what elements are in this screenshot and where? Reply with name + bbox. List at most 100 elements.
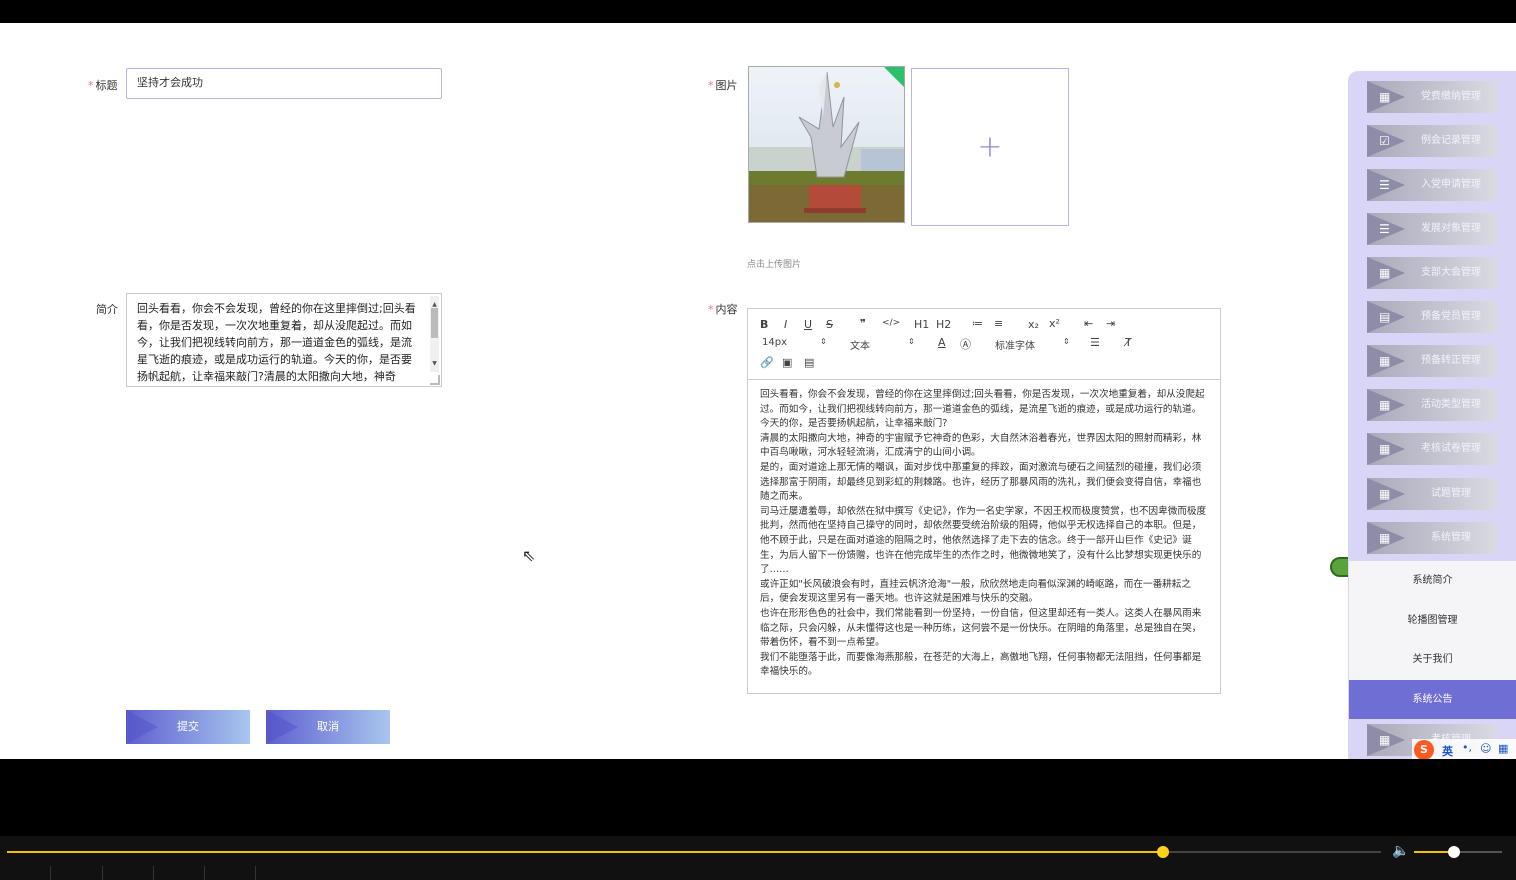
align-icon[interactable]: ☰ (1090, 336, 1100, 349)
video-progress[interactable] (7, 846, 1381, 858)
font-color-icon[interactable]: A (938, 336, 946, 349)
background-color-icon[interactable]: Ⓐ (960, 336, 971, 352)
grid-icon: ▦ (1379, 90, 1391, 104)
sidebar-item-applications[interactable]: ☰ 入党申请管理 (1367, 169, 1497, 201)
editor-content[interactable]: 回头看看，你会不会发现，曾经的你在这里摔倒过;回头看看，你是否发现，一次次地重复… (748, 380, 1220, 688)
title-input[interactable]: 坚持才会成功 (126, 68, 442, 99)
grid-icon: ▦ (1379, 442, 1391, 456)
sidebar-item-development[interactable]: ☰ 发展对象管理 (1367, 213, 1497, 245)
submenu-carousel[interactable]: 轮播图管理 (1349, 601, 1516, 641)
cancel-button[interactable]: 取消 (266, 710, 390, 744)
intro-textarea[interactable]: 回头看看，你会不会发现，曾经的你在这里摔倒过;回头看看，你是否发现，一次次地重复… (126, 293, 442, 387)
system-submenu: 系统简介 轮播图管理 关于我们 系统公告 (1349, 561, 1516, 719)
grid-icon: ▦ (1379, 398, 1391, 412)
content-paragraph: 是的，面对道途上那无情的嘲讽，面对步伐中那重复的摔跤，面对激流与硬石之间猛烈的碰… (760, 461, 1202, 503)
intro-label: 简介 (96, 303, 118, 316)
submit-button[interactable]: 提交 (126, 710, 250, 744)
strike-icon[interactable]: S (826, 318, 833, 331)
grid-icon: ▦ (1379, 733, 1391, 747)
submenu-system-intro[interactable]: 系统简介 (1349, 561, 1516, 601)
sidebar-item-probationary[interactable]: ▤ 预备党员管理 (1367, 301, 1497, 333)
content-paragraph: 也许在形形色色的社会中，我们常能看到一份坚持，一份自信，但这里却还有一类人。这类… (760, 607, 1202, 649)
progress-knob[interactable] (1156, 846, 1169, 858)
sidebar-item-questions[interactable]: ▦ 试题管理 (1367, 478, 1497, 510)
upload-hint: 点击上传图片 (747, 260, 802, 270)
progress-fill (7, 851, 1163, 853)
grid-icon: ▦ (1379, 354, 1391, 368)
resize-handle[interactable] (430, 375, 440, 385)
intro-text: 回头看看，你会不会发现，曾经的你在这里摔倒过;回头看看，你是否发现，一次次地重复… (137, 302, 416, 383)
emoji-icon[interactable]: ☺ (1480, 742, 1491, 755)
sidebar-item-exam-papers[interactable]: ▦ 考核试卷管理 (1367, 433, 1497, 465)
video-icon[interactable]: ▤ (804, 356, 814, 369)
superscript-icon[interactable]: x² (1049, 317, 1060, 330)
punctuation-icon[interactable]: •, (1462, 741, 1472, 754)
volume-icon[interactable]: 🔈 (1392, 843, 1409, 859)
header1-icon[interactable]: H1 (914, 318, 929, 331)
sogou-icon: S (1414, 740, 1434, 759)
check-square-icon: ☑ (1379, 134, 1390, 148)
intro-scrollbar[interactable]: ▲ ▼ (430, 296, 439, 372)
submenu-announcements[interactable]: 系统公告 (1349, 679, 1516, 719)
list-icon: ☰ (1379, 178, 1390, 192)
clipboard-icon: ▤ (1379, 310, 1391, 324)
control-divider (102, 866, 103, 880)
title-label: * 标题 (88, 79, 118, 92)
sidebar-item-full-membership[interactable]: ▦ 预备转正管理 (1367, 345, 1497, 377)
editor-toolbar: B I U S ❞ </> H1 H2 ≔ ≡ x₂ x² ⇤ ⇥ 14px ⇕ … (748, 309, 1220, 380)
control-divider (153, 866, 154, 880)
sculpture-photo (749, 67, 904, 222)
main-page: * 标题 坚持才会成功 * 图片 + 点击上传图片 简介 回头看看，你会不会发现… (0, 23, 1516, 759)
volume-slider[interactable] (1414, 846, 1502, 858)
underline-icon[interactable]: U (804, 318, 812, 331)
control-divider (255, 866, 256, 880)
paragraph-select[interactable]: 文本 ⇕ (850, 337, 915, 352)
font-family-select[interactable]: 标准字体 ⇕ (995, 337, 1070, 352)
image-icon[interactable]: ▣ (782, 356, 792, 369)
clear-format-icon[interactable]: T̸ (1125, 336, 1132, 349)
content-paragraph: 清晨的太阳撒向大地，神奇的宇宙赋予它神奇的色彩，大自然沐浴着春光，世界因太阳的照… (760, 432, 1202, 459)
indent-icon[interactable]: ⇥ (1106, 317, 1115, 330)
ordered-list-icon[interactable]: ≔ (972, 317, 983, 330)
bold-icon[interactable]: B (760, 318, 768, 331)
sidebar-item-system[interactable]: ▦ 系统管理 (1367, 522, 1497, 554)
sidebar-menu: ▦ 党费缴纳管理 ☑ 例会记录管理 ☰ 入党申请管理 ☰ 发展对象管理 ▦ 支部大会管理 … (1348, 71, 1516, 759)
content-paragraph: 或许正如"长风破浪会有时，直挂云帆济沧海"一般，欣欣然地走向看似深渊的崎岖路，而… (760, 578, 1191, 605)
grid-icon: ▦ (1379, 531, 1391, 545)
image-label: * 图片 (708, 79, 738, 92)
scroll-down-icon[interactable]: ▼ (430, 355, 439, 372)
content-paragraph: 回头看看，你会不会发现，曾经的你在这里摔倒过;回头看看，你是否发现，一次次地重复… (760, 389, 1205, 430)
sidebar-item-meetings[interactable]: ☑ 例会记录管理 (1367, 125, 1497, 157)
italic-icon[interactable]: I (784, 318, 787, 331)
grid-icon: ▦ (1379, 487, 1391, 501)
sidebar-item-dues[interactable]: ▦ 党费缴纳管理 (1367, 81, 1497, 113)
rich-text-editor[interactable]: B I U S ❞ </> H1 H2 ≔ ≡ x₂ x² ⇤ ⇥ 14px ⇕ … (747, 308, 1221, 694)
content-paragraph: 我们不能堕落于此，而要像海燕那般，在苍茫的大海上，高傲地飞翔，任何事物都无法阻挡… (760, 651, 1202, 678)
list-icon: ☰ (1379, 222, 1390, 236)
keyboard-icon[interactable]: ▦ (1498, 742, 1508, 755)
link-icon[interactable]: 🔗 (760, 356, 774, 369)
ime-language[interactable]: 英 (1442, 743, 1453, 759)
content-paragraph: 司马迁屡遭羞辱，却依然在狱中撰写《史记》，作为一名史学家，不因王权而极度赞赏，也… (760, 505, 1207, 576)
blockquote-icon[interactable]: ❞ (860, 317, 866, 330)
control-divider (50, 866, 51, 880)
scroll-thumb[interactable] (431, 308, 438, 338)
subscript-icon[interactable]: x₂ (1028, 318, 1039, 331)
sidebar-item-branch-meeting[interactable]: ▦ 支部大会管理 (1367, 257, 1497, 289)
plus-icon: + (977, 129, 1003, 165)
grid-icon: ▦ (1379, 266, 1391, 280)
top-black-bar (0, 0, 1516, 23)
outdent-icon[interactable]: ⇤ (1084, 317, 1093, 330)
control-divider (204, 866, 205, 880)
submenu-about-us[interactable]: 关于我们 (1349, 640, 1516, 680)
video-player-bar (0, 836, 1516, 880)
sidebar-item-activity-type[interactable]: ▦ 活动类型管理 (1367, 389, 1497, 421)
ime-toolbar[interactable]: S 英 •, ☺ ▦ (1412, 739, 1516, 759)
code-icon[interactable]: </> (882, 318, 900, 328)
header2-icon[interactable]: H2 (936, 318, 951, 331)
uploaded-image[interactable] (748, 66, 905, 223)
bullet-list-icon[interactable]: ≡ (994, 317, 1003, 330)
font-size-select[interactable]: 14px ⇕ (762, 337, 827, 348)
image-upload-box[interactable]: + (911, 68, 1069, 226)
volume-knob[interactable] (1447, 846, 1460, 858)
